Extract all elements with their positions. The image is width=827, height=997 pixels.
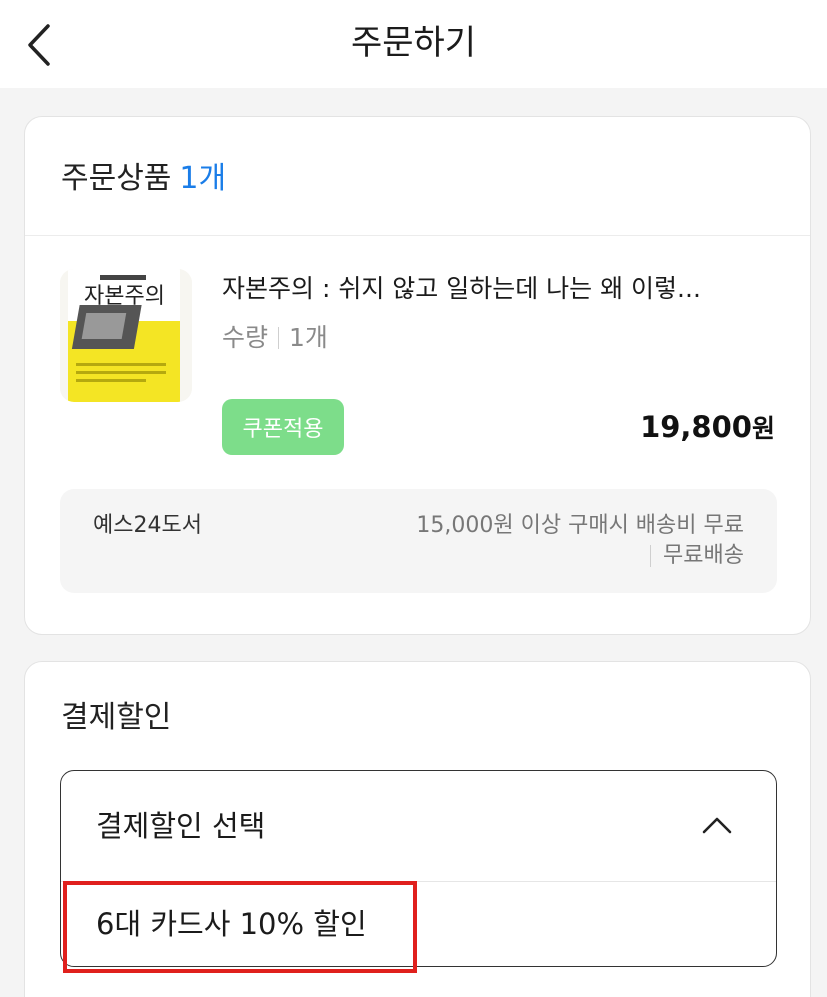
price-unit: 원 <box>751 414 775 443</box>
product-name[interactable]: 자본주의 : 쉬지 않고 일하는데 나는 왜 이렇... <box>222 272 782 306</box>
seller-name: 예스24도서 <box>93 513 202 538</box>
shipping-condition: 15,000원 이상 구매시 배송비 무료 <box>416 513 744 538</box>
shipping-divider <box>650 545 652 567</box>
book-cover-image: 자본주의 <box>60 269 192 402</box>
payment-discount-title: 결제할인 <box>61 700 172 735</box>
section-divider <box>25 235 810 236</box>
product-price: 19,800원 <box>640 409 775 447</box>
product-thumbnail[interactable]: 자본주의 <box>60 269 192 402</box>
highlight-box <box>63 881 417 973</box>
shipping-fee-row: 무료배송 <box>416 541 744 571</box>
quantity-info: 수량 1개 <box>222 321 328 355</box>
book-cover-title: 자본주의 <box>84 284 165 309</box>
discount-select-label: 결제할인 선택 <box>96 809 266 843</box>
page-title: 주문하기 <box>350 23 477 63</box>
order-products-card: 주문상품 1개 자본주의 자본주의 : 쉬지 않고 일하는데 나는 왜 이렇...… <box>24 116 811 635</box>
chevron-up-icon <box>702 817 732 834</box>
shipping-info-box: 예스24도서 15,000원 이상 구매시 배송비 무료 무료배송 <box>60 489 777 593</box>
quantity-label: 수량 <box>222 323 269 352</box>
price-number: 19,800 <box>640 410 752 444</box>
order-count: 1개 <box>179 161 227 196</box>
order-products-heading: 주문상품 1개 <box>61 159 226 199</box>
shipping-fee: 무료배송 <box>663 543 744 568</box>
apply-coupon-button[interactable]: 쿠폰적용 <box>222 399 344 455</box>
quantity-value: 1개 <box>289 323 328 352</box>
app-header: 주문하기 <box>0 0 827 88</box>
shipping-details: 15,000원 이상 구매시 배송비 무료 무료배송 <box>416 511 744 571</box>
quantity-divider <box>278 327 280 349</box>
discount-select-toggle[interactable]: 결제할인 선택 <box>61 771 776 881</box>
order-products-title: 주문상품 <box>61 161 172 196</box>
